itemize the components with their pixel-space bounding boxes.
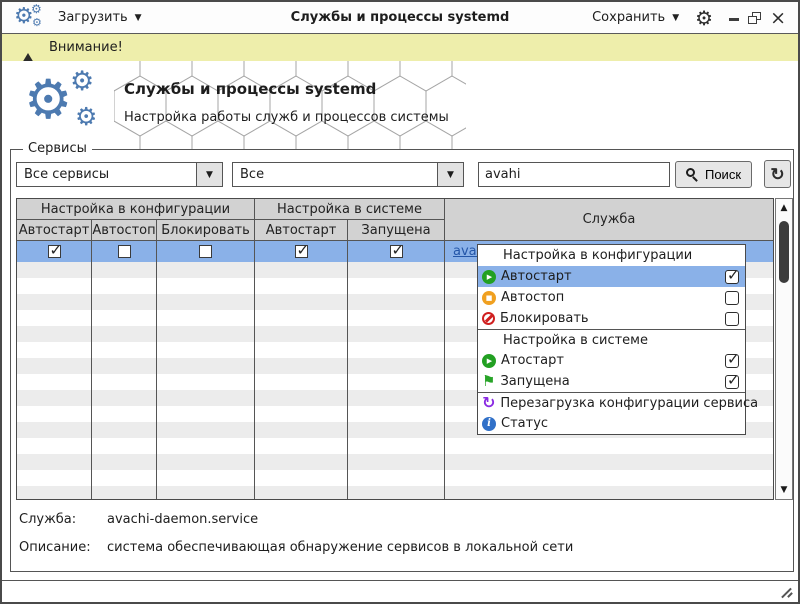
system-autostart-checkbox[interactable]: [295, 245, 308, 258]
warning-triangle-icon: !: [16, 38, 40, 58]
menu-item-system-autostart[interactable]: Атостарт: [478, 350, 745, 371]
menu-checkbox[interactable]: [725, 270, 739, 284]
block-icon: [482, 312, 495, 325]
services-legend: Сервисы: [23, 141, 92, 156]
app-window: ⚙ ⚙ ⚙ Загрузить ▼ Службы и процессы syst…: [0, 0, 800, 604]
hexagon-pattern: [114, 61, 466, 149]
banner-subtitle: Настройка работы служб и процессов систе…: [124, 110, 449, 125]
menu-item-config-block[interactable]: Блокировать: [478, 308, 745, 329]
service-filter-value: Все сервисы: [17, 167, 196, 182]
service-detail-row: Служба: avachi-daemon.service: [19, 512, 258, 527]
warning-bar: ! Внимание!: [2, 34, 798, 61]
table-header: Настройка в конфигурации Настройка в сис…: [17, 199, 773, 241]
column-header-system-running: Запущена: [348, 220, 445, 241]
state-filter-value: Все: [233, 167, 437, 182]
menu-checkbox[interactable]: [725, 375, 739, 389]
column-header-config-autostop: Автостоп: [92, 220, 157, 241]
service-filter-dropdown[interactable]: Все сервисы ▼: [16, 162, 223, 187]
refresh-icon: ↻: [770, 166, 784, 183]
scrollbar-thumb[interactable]: [779, 221, 789, 283]
menu-item-system-running[interactable]: ⚑ Запущена: [478, 371, 745, 392]
play-icon: [482, 270, 496, 284]
close-button[interactable]: ×: [770, 12, 786, 24]
config-autostop-checkbox[interactable]: [118, 245, 131, 258]
column-header-service: Служба: [445, 199, 773, 241]
menu-checkbox[interactable]: [725, 312, 739, 326]
description-detail-label: Описание:: [19, 540, 107, 555]
scroll-down-icon[interactable]: ▼: [776, 481, 792, 499]
save-menu-button[interactable]: Сохранить ▼: [592, 10, 679, 25]
refresh-icon: ↻: [482, 395, 495, 411]
menu-item-config-autostart[interactable]: Автостарт: [478, 266, 745, 287]
warning-text: Внимание!: [49, 40, 123, 55]
title-bar: ⚙ ⚙ ⚙ Загрузить ▼ Службы и процессы syst…: [2, 2, 798, 34]
menu-checkbox[interactable]: [725, 354, 739, 368]
chevron-down-icon: ▼: [672, 13, 679, 23]
resize-grip[interactable]: [780, 585, 794, 599]
search-icon: [686, 168, 699, 181]
menu-section-system: Настройка в системе: [478, 329, 745, 350]
banner-title: Службы и процессы systemd: [124, 80, 376, 98]
scroll-up-icon[interactable]: ▲: [776, 199, 792, 217]
description-detail-value: система обеспечивающая обнаружение серви…: [107, 540, 573, 555]
save-menu-label: Сохранить: [592, 10, 665, 25]
system-running-checkbox[interactable]: [390, 245, 403, 258]
group-header-system: Настройка в системе: [255, 199, 445, 220]
search-button[interactable]: Поиск: [675, 161, 752, 188]
state-filter-dropdown[interactable]: Все ▼: [232, 162, 464, 187]
search-input[interactable]: [478, 162, 670, 187]
banner: ⚙ ⚙ ⚙ Службы и процессы systemd Настройк…: [2, 61, 798, 149]
flag-icon: ⚑: [482, 374, 495, 389]
minimize-button[interactable]: [729, 18, 739, 21]
description-detail-row: Описание: система обеспечивающая обнаруж…: [19, 540, 573, 555]
service-detail-value: avachi-daemon.service: [107, 512, 258, 527]
menu-item-status[interactable]: Статус: [478, 413, 745, 434]
info-icon: [482, 417, 496, 431]
menu-item-reload-config[interactable]: ↻ Перезагрузка конфигурации сервиса: [478, 392, 745, 413]
group-header-config: Настройка в конфигурации: [17, 199, 255, 220]
column-header-system-autostart: Автостарт: [255, 220, 348, 241]
stop-icon: [482, 291, 496, 305]
context-menu: Настройка в конфигурации Автостарт Автос…: [477, 244, 746, 435]
menu-checkbox[interactable]: [725, 291, 739, 305]
config-block-checkbox[interactable]: [199, 245, 212, 258]
search-button-label: Поиск: [705, 167, 741, 182]
vertical-scrollbar[interactable]: ▲ ▼: [775, 198, 793, 500]
config-autostart-checkbox[interactable]: [48, 245, 61, 258]
service-detail-label: Служба:: [19, 512, 107, 527]
app-logo-gears: ⚙ ⚙ ⚙: [24, 71, 116, 139]
refresh-button[interactable]: ↻: [764, 160, 791, 188]
settings-gear-icon[interactable]: ⚙: [695, 8, 713, 28]
column-header-config-block: Блокировать: [157, 220, 255, 241]
play-icon: [482, 354, 496, 368]
dropdown-arrow-icon[interactable]: ▼: [437, 163, 463, 186]
menu-section-config: Настройка в конфигурации: [478, 245, 745, 266]
maximize-button[interactable]: [748, 12, 761, 24]
menu-item-config-autostop[interactable]: Автостоп: [478, 287, 745, 308]
dropdown-arrow-icon[interactable]: ▼: [196, 163, 222, 186]
status-bar: [2, 580, 798, 602]
column-header-config-autostart: Автостарт: [17, 220, 92, 241]
